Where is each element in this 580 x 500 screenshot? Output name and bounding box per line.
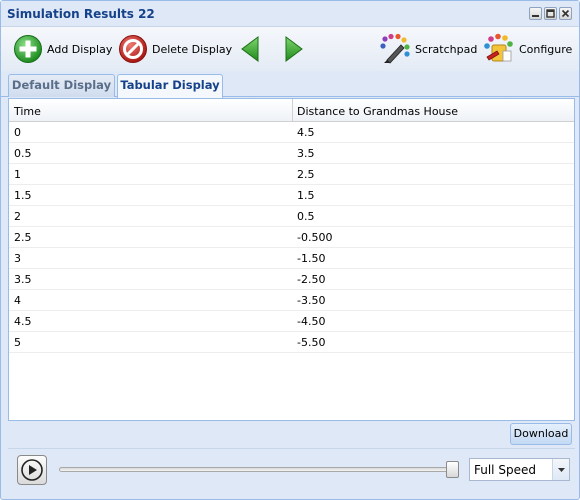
time-cell: 5 [14,336,21,349]
table-row[interactable]: 2 0.5 [9,206,574,227]
minimize-button[interactable] [529,7,542,20]
distance-cell: -3.50 [297,294,326,307]
table-row[interactable]: 4.5 -4.50 [9,311,574,332]
configure-icon [484,33,513,62]
table-row[interactable]: 1.5 1.5 [9,185,574,206]
play-button[interactable] [17,455,47,485]
delete-display-label: Delete Display [152,42,233,56]
back-arrow-icon [241,36,259,62]
distance-cell: 3.5 [297,147,315,160]
forward-arrow-icon [285,36,303,62]
time-cell: 1.5 [14,189,32,202]
time-cell: 4 [14,294,21,307]
minimize-icon [532,15,539,17]
tab-default-display[interactable]: Default Display [8,74,115,97]
window-title: Simulation Results 22 [7,7,155,21]
toolbar: Add Display Delete Display Scratchpad Co… [1,27,579,71]
table-row[interactable]: 3 -1.50 [9,248,574,269]
table-header: Time Distance to Grandmas House [9,99,574,122]
time-cell: 0.5 [14,147,32,160]
simulation-results-window: Simulation Results 22 Add Display Delete… [0,0,580,500]
time-cell: 1 [14,168,21,181]
time-cell: 2 [14,210,21,223]
table-row[interactable]: 1 2.5 [9,164,574,185]
next-display-button[interactable] [283,34,305,64]
scratchpad-button[interactable]: Scratchpad [379,33,478,64]
time-cell: 3.5 [14,273,32,286]
time-cell: 2.5 [14,231,32,244]
close-button[interactable] [559,7,572,20]
configure-label: Configure [519,42,573,56]
distance-cell: -1.50 [297,252,326,265]
distance-cell: 2.5 [297,168,315,181]
table-row[interactable]: 3.5 -2.50 [9,269,574,290]
speed-dropdown-button[interactable] [552,459,569,480]
delete-icon [119,35,147,63]
distance-cell: -5.50 [297,336,326,349]
play-icon [21,459,43,481]
maximize-icon [546,9,555,18]
display-tabs: Default Display Tabular Display [1,71,579,98]
time-cell: 3 [14,252,21,265]
close-icon [561,9,570,18]
distance-cell: -0.500 [297,231,333,244]
download-button[interactable]: Download [510,423,572,445]
table-row[interactable]: 0 4.5 [9,122,574,143]
add-icon [14,35,42,63]
speed-select[interactable]: Full Speed [469,458,570,481]
speed-value: Full Speed [474,463,536,477]
playback-slider-track[interactable] [59,467,459,472]
distance-cell: 1.5 [297,189,315,202]
table-footer: Download [8,421,575,447]
playback-slider-thumb[interactable] [446,461,459,478]
distance-cell: -2.50 [297,273,326,286]
playback-controls: Full Speed [8,448,575,494]
add-display-label: Add Display [47,42,113,56]
distance-cell: -4.50 [297,315,326,328]
time-cell: 4.5 [14,315,32,328]
table-row[interactable]: 2.5 -0.500 [9,227,574,248]
distance-cell: 0.5 [297,210,315,223]
delete-display-button[interactable]: Delete Display [118,34,232,64]
maximize-button[interactable] [544,7,557,20]
title-bar[interactable]: Simulation Results 22 [1,1,579,27]
column-divider[interactable] [292,99,293,122]
dropdown-arrow-icon [558,468,565,472]
distance-cell: 4.5 [297,126,315,139]
results-table: Time Distance to Grandmas House 0 4.5 0.5… [8,98,575,421]
scratchpad-label: Scratchpad [415,42,478,56]
table-row[interactable]: 0.5 3.5 [9,143,574,164]
add-display-button[interactable]: Add Display [13,34,112,64]
column-header-distance[interactable]: Distance to Grandmas House [297,105,458,118]
column-header-time[interactable]: Time [14,105,41,118]
configure-button[interactable]: Configure [483,33,573,64]
tab-tabular-display[interactable]: Tabular Display [117,74,223,98]
table-row[interactable]: 4 -3.50 [9,290,574,311]
time-cell: 0 [14,126,21,139]
table-row[interactable]: 5 -5.50 [9,332,574,353]
previous-display-button[interactable] [239,34,261,64]
scratchpad-icon [380,33,410,64]
